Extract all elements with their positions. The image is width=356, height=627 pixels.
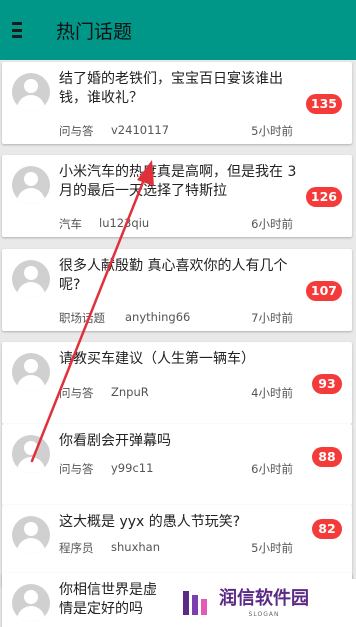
post-title[interactable]: 小米汽车的热度真是高啊，但是我在 3 月的最后一天选择了特斯拉: [59, 163, 299, 201]
post-title[interactable]: 很多人献殷勤 真心喜欢你的人有几个呢?: [59, 257, 299, 295]
timestamp: 4小时前: [251, 386, 293, 400]
avatar[interactable]: [12, 166, 50, 204]
hamburger-menu-icon[interactable]: [12, 20, 42, 40]
timestamp: 6小时前: [251, 217, 293, 231]
avatar[interactable]: [12, 584, 50, 622]
username[interactable]: lu123qiu: [99, 216, 149, 230]
reply-count-badge: 82: [312, 519, 342, 539]
list-item[interactable]: 你看剧会开弹幕吗 问与答 y99c11 6小时前 88: [2, 424, 352, 506]
post-title[interactable]: 你相信世界是虚情是定好的吗: [59, 581, 169, 619]
post-title[interactable]: 你看剧会开弹幕吗: [59, 432, 299, 451]
page-title: 热门话题: [56, 20, 133, 43]
post-meta: 汽车 lu123qiu 6小时前: [59, 216, 293, 232]
watermark-logo-icon: [183, 591, 207, 615]
username[interactable]: y99c11: [111, 461, 153, 475]
reply-count-badge: 93: [312, 374, 342, 394]
list-item[interactable]: 小米汽车的热度真是高啊，但是我在 3 月的最后一天选择了特斯拉 汽车 lu123…: [2, 155, 352, 237]
category-tag[interactable]: 问与答: [59, 123, 94, 139]
category-tag[interactable]: 汽车: [59, 216, 82, 232]
avatar[interactable]: [12, 435, 50, 473]
timestamp: 5小时前: [251, 124, 293, 138]
list-item[interactable]: 请教买车建议（人生第一辆车） 问与答 ZnpuR 4小时前 93: [2, 342, 352, 424]
username[interactable]: shuxhan: [111, 540, 160, 554]
avatar[interactable]: [12, 353, 50, 391]
post-meta: 职场话题 anything66 7小时前: [59, 310, 293, 326]
timestamp: 5小时前: [251, 541, 293, 555]
post-title[interactable]: 请教买车建议（人生第一辆车）: [59, 350, 299, 369]
post-meta: 问与答 ZnpuR 4小时前: [59, 385, 293, 401]
reply-count-badge: 135: [305, 94, 342, 114]
avatar[interactable]: [12, 260, 50, 298]
app-bar: 热门话题: [0, 0, 356, 60]
username[interactable]: ZnpuR: [111, 385, 149, 399]
post-meta: 问与答 y99c11 6小时前: [59, 461, 293, 477]
list-item[interactable]: 很多人献殷勤 真心喜欢你的人有几个呢? 职场话题 anything66 7小时前…: [2, 249, 352, 331]
reply-count-badge: 126: [305, 187, 342, 207]
category-tag[interactable]: 问与答: [59, 461, 94, 477]
post-title[interactable]: 这大概是 yyx 的愚人节玩笑?: [59, 513, 299, 532]
username[interactable]: v2410117: [111, 123, 169, 137]
reply-count-badge: 88: [312, 447, 342, 467]
username[interactable]: anything66: [125, 310, 190, 324]
avatar[interactable]: [12, 73, 50, 111]
post-meta: 问与答 v2410117 5小时前: [59, 123, 293, 139]
category-tag[interactable]: 程序员: [59, 540, 94, 556]
category-tag[interactable]: 职场话题: [59, 310, 105, 326]
reply-count-badge: 107: [305, 281, 342, 301]
list-item[interactable]: 结了婚的老铁们，宝宝百日宴该谁出钱，谁收礼？ 问与答 v2410117 5小时前…: [2, 62, 352, 144]
watermark-slogan: SLOGAN: [248, 610, 280, 618]
post-meta: 程序员 shuxhan 5小时前: [59, 540, 293, 556]
watermark: 润信软件园 SLOGAN: [175, 579, 356, 627]
post-title[interactable]: 结了婚的老铁们，宝宝百日宴该谁出钱，谁收礼？: [59, 70, 299, 108]
timestamp: 7小时前: [251, 311, 293, 325]
category-tag[interactable]: 问与答: [59, 385, 94, 401]
timestamp: 6小时前: [251, 462, 293, 476]
watermark-name: 润信软件园: [219, 587, 309, 609]
avatar[interactable]: [12, 516, 50, 554]
